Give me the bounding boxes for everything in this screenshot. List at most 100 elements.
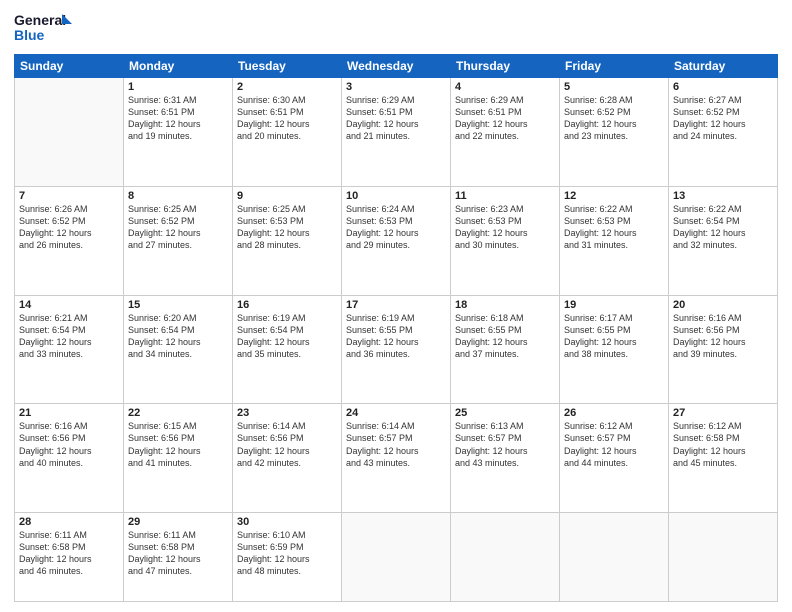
week-row-0: 1Sunrise: 6:31 AM Sunset: 6:51 PM Daylig… <box>15 78 778 187</box>
day-info: Sunrise: 6:10 AM Sunset: 6:59 PM Dayligh… <box>237 529 337 578</box>
week-row-2: 14Sunrise: 6:21 AM Sunset: 6:54 PM Dayli… <box>15 295 778 404</box>
day-number: 21 <box>19 407 119 419</box>
calendar-cell: 2Sunrise: 6:30 AM Sunset: 6:51 PM Daylig… <box>233 78 342 187</box>
day-info: Sunrise: 6:23 AM Sunset: 6:53 PM Dayligh… <box>455 203 555 252</box>
day-info: Sunrise: 6:25 AM Sunset: 6:53 PM Dayligh… <box>237 203 337 252</box>
day-info: Sunrise: 6:22 AM Sunset: 6:53 PM Dayligh… <box>564 203 664 252</box>
day-info: Sunrise: 6:12 AM Sunset: 6:57 PM Dayligh… <box>564 420 664 469</box>
day-info: Sunrise: 6:24 AM Sunset: 6:53 PM Dayligh… <box>346 203 446 252</box>
weekday-header-saturday: Saturday <box>669 55 778 78</box>
logo-svg: GeneralBlue <box>14 10 74 46</box>
calendar-cell: 28Sunrise: 6:11 AM Sunset: 6:58 PM Dayli… <box>15 513 124 602</box>
page: GeneralBlue SundayMondayTuesdayWednesday… <box>0 0 792 612</box>
calendar-cell: 5Sunrise: 6:28 AM Sunset: 6:52 PM Daylig… <box>560 78 669 187</box>
header: GeneralBlue <box>14 10 778 46</box>
day-number: 28 <box>19 516 119 528</box>
day-number: 20 <box>673 299 773 311</box>
calendar-cell: 25Sunrise: 6:13 AM Sunset: 6:57 PM Dayli… <box>451 404 560 513</box>
day-number: 5 <box>564 81 664 93</box>
day-number: 8 <box>128 190 228 202</box>
calendar-cell: 27Sunrise: 6:12 AM Sunset: 6:58 PM Dayli… <box>669 404 778 513</box>
weekday-header-wednesday: Wednesday <box>342 55 451 78</box>
day-info: Sunrise: 6:11 AM Sunset: 6:58 PM Dayligh… <box>19 529 119 578</box>
calendar-cell <box>451 513 560 602</box>
weekday-header-monday: Monday <box>124 55 233 78</box>
week-row-3: 21Sunrise: 6:16 AM Sunset: 6:56 PM Dayli… <box>15 404 778 513</box>
calendar-cell: 17Sunrise: 6:19 AM Sunset: 6:55 PM Dayli… <box>342 295 451 404</box>
day-info: Sunrise: 6:25 AM Sunset: 6:52 PM Dayligh… <box>128 203 228 252</box>
calendar-cell: 11Sunrise: 6:23 AM Sunset: 6:53 PM Dayli… <box>451 186 560 295</box>
day-info: Sunrise: 6:14 AM Sunset: 6:57 PM Dayligh… <box>346 420 446 469</box>
day-info: Sunrise: 6:28 AM Sunset: 6:52 PM Dayligh… <box>564 94 664 143</box>
svg-text:General: General <box>14 12 66 28</box>
day-info: Sunrise: 6:11 AM Sunset: 6:58 PM Dayligh… <box>128 529 228 578</box>
calendar-cell: 16Sunrise: 6:19 AM Sunset: 6:54 PM Dayli… <box>233 295 342 404</box>
day-info: Sunrise: 6:31 AM Sunset: 6:51 PM Dayligh… <box>128 94 228 143</box>
logo: GeneralBlue <box>14 10 74 46</box>
day-info: Sunrise: 6:21 AM Sunset: 6:54 PM Dayligh… <box>19 312 119 361</box>
day-info: Sunrise: 6:18 AM Sunset: 6:55 PM Dayligh… <box>455 312 555 361</box>
day-number: 6 <box>673 81 773 93</box>
day-number: 29 <box>128 516 228 528</box>
calendar-cell: 1Sunrise: 6:31 AM Sunset: 6:51 PM Daylig… <box>124 78 233 187</box>
calendar-cell: 4Sunrise: 6:29 AM Sunset: 6:51 PM Daylig… <box>451 78 560 187</box>
day-number: 1 <box>128 81 228 93</box>
day-number: 30 <box>237 516 337 528</box>
day-number: 2 <box>237 81 337 93</box>
day-number: 10 <box>346 190 446 202</box>
day-info: Sunrise: 6:30 AM Sunset: 6:51 PM Dayligh… <box>237 94 337 143</box>
calendar-cell <box>560 513 669 602</box>
day-number: 23 <box>237 407 337 419</box>
day-info: Sunrise: 6:17 AM Sunset: 6:55 PM Dayligh… <box>564 312 664 361</box>
calendar-cell: 3Sunrise: 6:29 AM Sunset: 6:51 PM Daylig… <box>342 78 451 187</box>
calendar-cell: 26Sunrise: 6:12 AM Sunset: 6:57 PM Dayli… <box>560 404 669 513</box>
day-number: 16 <box>237 299 337 311</box>
day-info: Sunrise: 6:19 AM Sunset: 6:54 PM Dayligh… <box>237 312 337 361</box>
calendar-cell: 30Sunrise: 6:10 AM Sunset: 6:59 PM Dayli… <box>233 513 342 602</box>
calendar-cell: 18Sunrise: 6:18 AM Sunset: 6:55 PM Dayli… <box>451 295 560 404</box>
calendar-cell <box>342 513 451 602</box>
day-number: 14 <box>19 299 119 311</box>
calendar-cell: 6Sunrise: 6:27 AM Sunset: 6:52 PM Daylig… <box>669 78 778 187</box>
weekday-header-thursday: Thursday <box>451 55 560 78</box>
calendar-cell: 13Sunrise: 6:22 AM Sunset: 6:54 PM Dayli… <box>669 186 778 295</box>
day-number: 7 <box>19 190 119 202</box>
day-number: 24 <box>346 407 446 419</box>
calendar-cell: 22Sunrise: 6:15 AM Sunset: 6:56 PM Dayli… <box>124 404 233 513</box>
weekday-header-tuesday: Tuesday <box>233 55 342 78</box>
calendar-cell: 7Sunrise: 6:26 AM Sunset: 6:52 PM Daylig… <box>15 186 124 295</box>
day-info: Sunrise: 6:27 AM Sunset: 6:52 PM Dayligh… <box>673 94 773 143</box>
calendar-table: SundayMondayTuesdayWednesdayThursdayFrid… <box>14 54 778 602</box>
day-number: 11 <box>455 190 555 202</box>
day-number: 4 <box>455 81 555 93</box>
day-number: 25 <box>455 407 555 419</box>
weekday-header-friday: Friday <box>560 55 669 78</box>
calendar-cell: 10Sunrise: 6:24 AM Sunset: 6:53 PM Dayli… <box>342 186 451 295</box>
calendar-cell: 9Sunrise: 6:25 AM Sunset: 6:53 PM Daylig… <box>233 186 342 295</box>
week-row-4: 28Sunrise: 6:11 AM Sunset: 6:58 PM Dayli… <box>15 513 778 602</box>
day-info: Sunrise: 6:16 AM Sunset: 6:56 PM Dayligh… <box>19 420 119 469</box>
day-info: Sunrise: 6:29 AM Sunset: 6:51 PM Dayligh… <box>455 94 555 143</box>
calendar-cell: 14Sunrise: 6:21 AM Sunset: 6:54 PM Dayli… <box>15 295 124 404</box>
day-number: 15 <box>128 299 228 311</box>
day-number: 17 <box>346 299 446 311</box>
day-info: Sunrise: 6:13 AM Sunset: 6:57 PM Dayligh… <box>455 420 555 469</box>
calendar-cell: 8Sunrise: 6:25 AM Sunset: 6:52 PM Daylig… <box>124 186 233 295</box>
day-info: Sunrise: 6:14 AM Sunset: 6:56 PM Dayligh… <box>237 420 337 469</box>
day-info: Sunrise: 6:15 AM Sunset: 6:56 PM Dayligh… <box>128 420 228 469</box>
svg-text:Blue: Blue <box>14 27 45 43</box>
calendar-cell: 24Sunrise: 6:14 AM Sunset: 6:57 PM Dayli… <box>342 404 451 513</box>
weekday-header-row: SundayMondayTuesdayWednesdayThursdayFrid… <box>15 55 778 78</box>
day-number: 3 <box>346 81 446 93</box>
day-number: 9 <box>237 190 337 202</box>
calendar-cell: 23Sunrise: 6:14 AM Sunset: 6:56 PM Dayli… <box>233 404 342 513</box>
calendar-cell: 19Sunrise: 6:17 AM Sunset: 6:55 PM Dayli… <box>560 295 669 404</box>
day-number: 12 <box>564 190 664 202</box>
calendar-cell: 15Sunrise: 6:20 AM Sunset: 6:54 PM Dayli… <box>124 295 233 404</box>
day-info: Sunrise: 6:19 AM Sunset: 6:55 PM Dayligh… <box>346 312 446 361</box>
day-number: 26 <box>564 407 664 419</box>
day-info: Sunrise: 6:22 AM Sunset: 6:54 PM Dayligh… <box>673 203 773 252</box>
day-info: Sunrise: 6:16 AM Sunset: 6:56 PM Dayligh… <box>673 312 773 361</box>
day-number: 18 <box>455 299 555 311</box>
calendar-cell: 21Sunrise: 6:16 AM Sunset: 6:56 PM Dayli… <box>15 404 124 513</box>
